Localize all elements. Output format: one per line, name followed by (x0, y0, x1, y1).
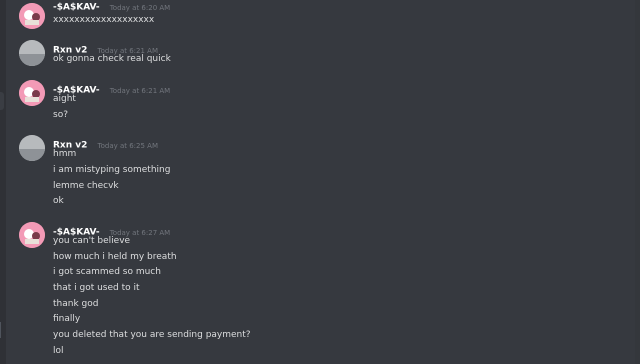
message-text: you can't believe (53, 236, 131, 246)
timestamp[interactable]: Today at 6:21 AM (110, 87, 171, 95)
message-text: xxxxxxxxxxxxxxxxxxx (53, 15, 155, 25)
message-text: hmm (53, 149, 77, 159)
avatar-picture-icon (19, 40, 45, 66)
message-header: Rxn v2 Today at 6:21 AM (53, 40, 158, 56)
message-header: Rxn v2 Today at 6:25 AM (53, 135, 159, 151)
user-avatar[interactable] (19, 40, 45, 66)
message-text: lol (53, 346, 64, 356)
avatar-picture-icon (19, 222, 45, 248)
user-avatar[interactable] (19, 3, 45, 29)
message-header: -$A$KAV- Today at 6:21 AM (53, 80, 171, 96)
timestamp[interactable]: Today at 6:20 AM (110, 4, 171, 12)
message-text: finally (53, 314, 81, 324)
timestamp[interactable]: Today at 6:25 AM (98, 142, 159, 150)
message-header: -$A$KAV- Today at 6:20 AM (53, 0, 171, 13)
username[interactable]: -$A$KAV- (53, 3, 100, 13)
message-header: -$A$KAV- Today at 6:27 AM (53, 222, 170, 238)
message-text: that i got used to it (53, 283, 140, 293)
chat-window: -$A$KAV- Today at 6:20 AM xxxxxxxxxxxxxx… (0, 0, 640, 364)
message-text: ok gonna check real quick (53, 54, 171, 64)
user-avatar[interactable] (19, 80, 45, 106)
user-avatar[interactable] (19, 222, 45, 248)
message-text: ok (53, 196, 64, 206)
message-text: thank god (53, 299, 99, 309)
user-avatar[interactable] (19, 135, 45, 161)
scrollbar-track[interactable] (635, 0, 640, 364)
message-text: aight (53, 94, 76, 104)
avatar-picture-icon (19, 80, 45, 106)
avatar-picture-icon (19, 3, 45, 29)
message-text: how much i held my breath (53, 252, 177, 262)
message-text: so? (53, 110, 68, 120)
message-list: -$A$KAV- Today at 6:20 AM xxxxxxxxxxxxxx… (0, 0, 640, 364)
message-text: i got scammed so much (53, 267, 161, 277)
message-text: lemme checvk (53, 181, 119, 191)
message-text: i am mistyping something (53, 165, 171, 175)
avatar-picture-icon (19, 135, 45, 161)
message-text: you deleted that you are sending payment… (53, 330, 251, 340)
